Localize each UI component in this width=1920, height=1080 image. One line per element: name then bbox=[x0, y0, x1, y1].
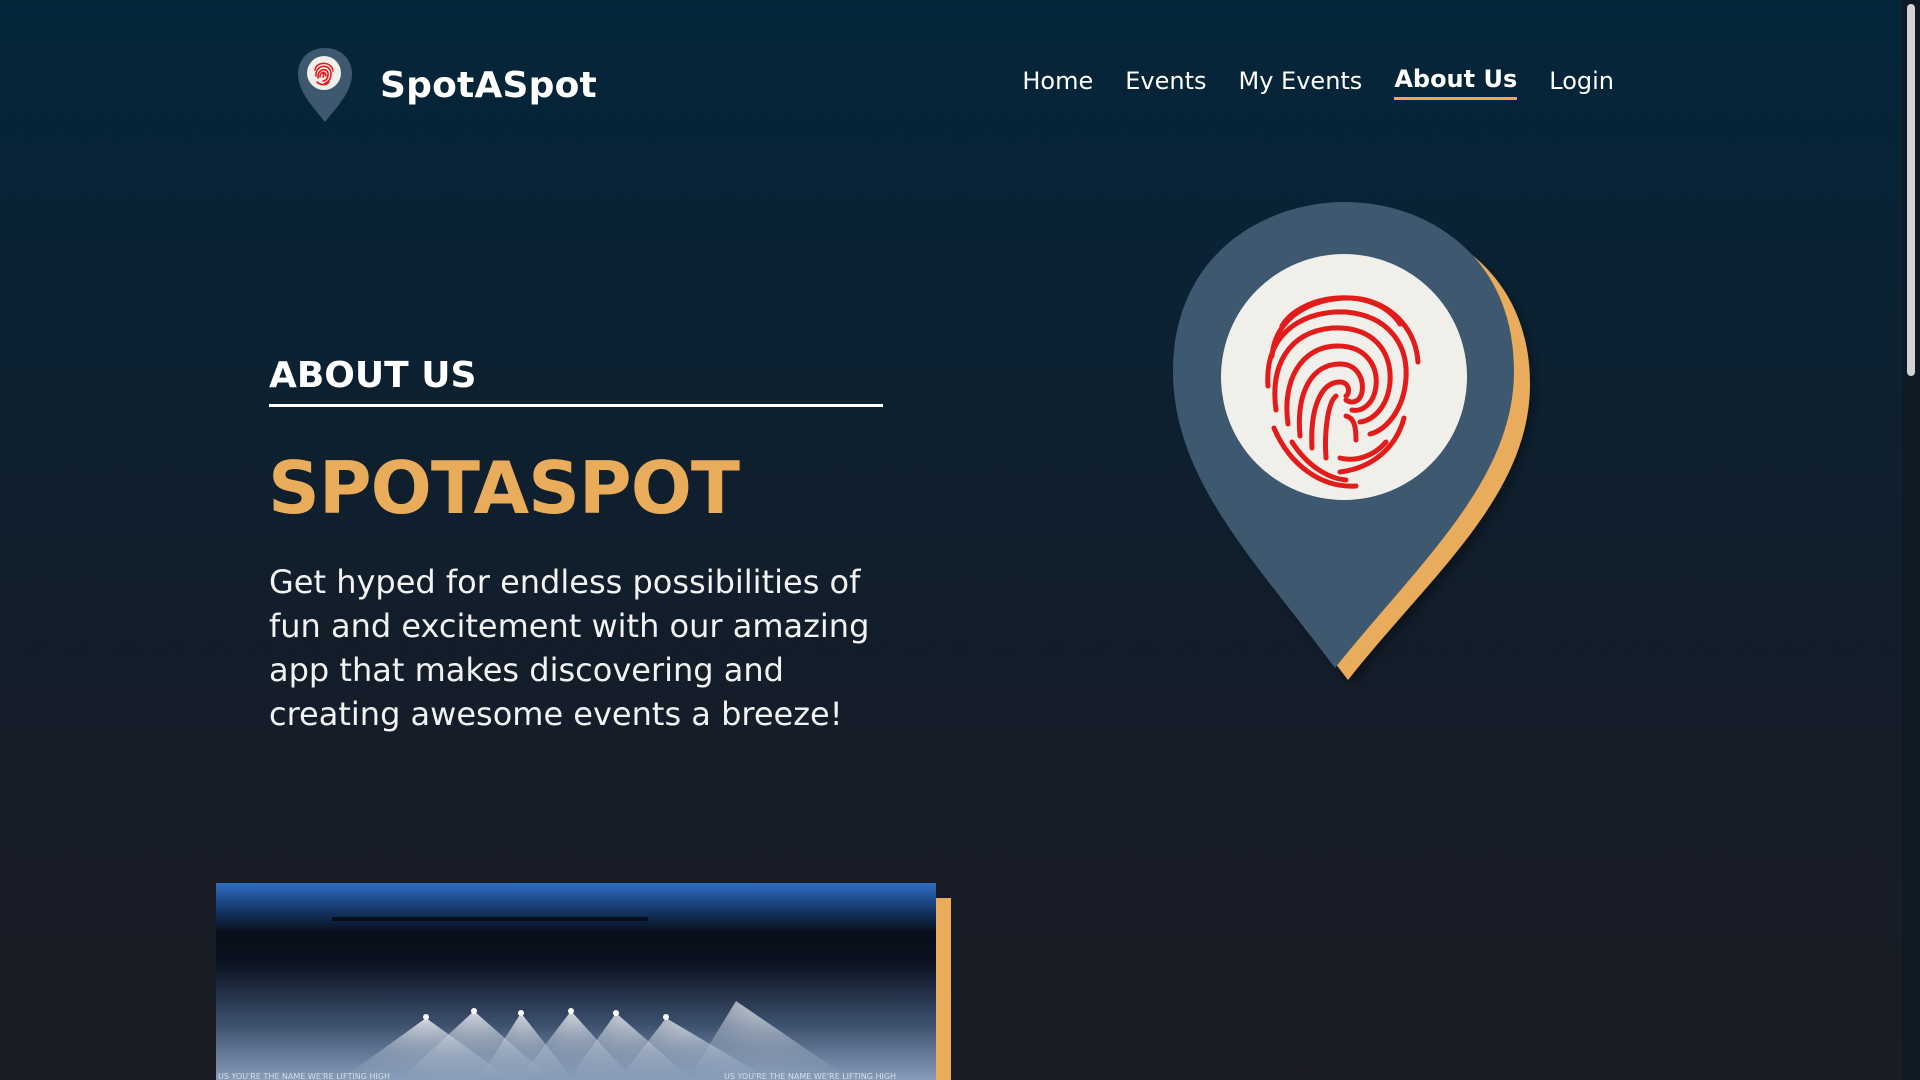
banner-text-left: US YOU'RE THE NAME WE'RE LIFTING HIGH bbox=[218, 1072, 390, 1080]
nav-link-events[interactable]: Events bbox=[1125, 67, 1206, 99]
brand-title: SPOTASPOT bbox=[268, 446, 740, 530]
main-nav: Home Events My Events About Us Login bbox=[1022, 65, 1614, 100]
banner-text-right: US YOU'RE THE NAME WE'RE LIFTING HIGH bbox=[724, 1072, 896, 1080]
nav-link-my-events[interactable]: My Events bbox=[1239, 67, 1363, 99]
concert-stage-photo: US YOU'RE THE NAME WE'RE LIFTING HIGH US… bbox=[216, 883, 936, 1080]
nav-link-login[interactable]: Login bbox=[1549, 67, 1614, 99]
navbar: SpotASpot Home Events My Events About Us… bbox=[0, 0, 1902, 170]
map-pin-fingerprint-icon bbox=[1173, 202, 1530, 680]
page-scrollbar[interactable] bbox=[1902, 0, 1920, 1080]
tagline: Get hyped for endless possibilities of f… bbox=[269, 563, 870, 733]
concert-lights-illustration: US YOU'RE THE NAME WE'RE LIFTING HIGH US… bbox=[216, 883, 936, 1080]
image-accent-bar bbox=[936, 898, 951, 1080]
section-heading: ABOUT US bbox=[269, 352, 883, 407]
map-pin-fingerprint-icon bbox=[298, 48, 352, 122]
brand-name: SpotASpot bbox=[380, 64, 597, 106]
nav-link-about-us[interactable]: About Us bbox=[1394, 65, 1518, 100]
brand-home-link[interactable]: SpotASpot bbox=[296, 46, 597, 124]
nav-link-home[interactable]: Home bbox=[1022, 67, 1093, 99]
scrollbar-thumb[interactable] bbox=[1907, 4, 1915, 376]
